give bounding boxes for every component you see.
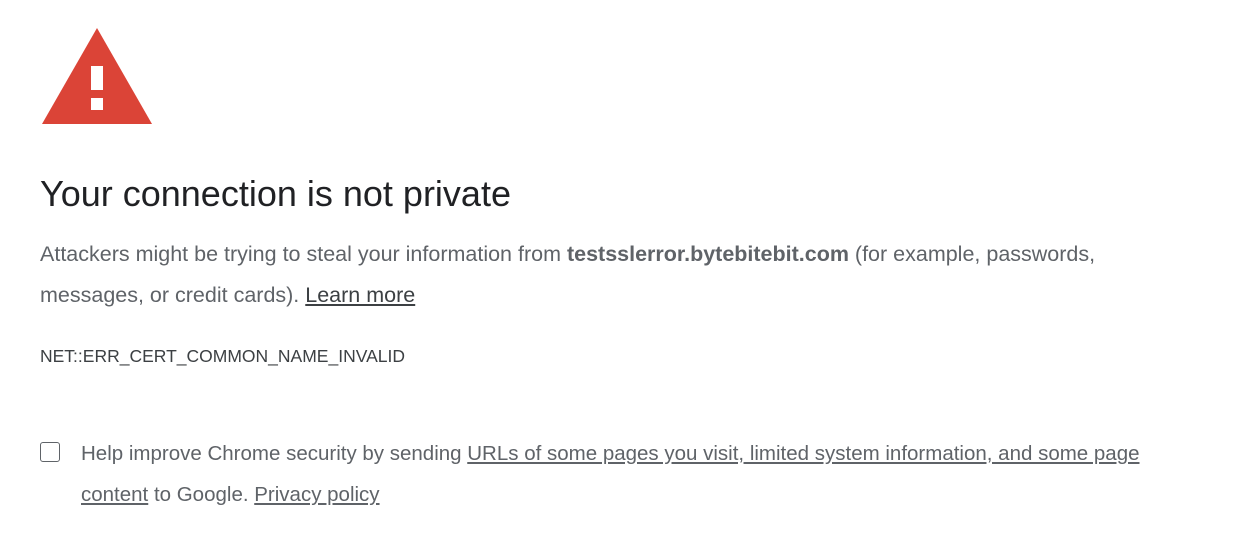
warning-triangle-icon bbox=[42, 28, 152, 124]
optin-text: Help improve Chrome security by sending bbox=[81, 442, 468, 465]
description-text: Attackers might be trying to steal your … bbox=[40, 242, 567, 266]
learn-more-link[interactable]: Learn more bbox=[305, 283, 415, 307]
security-optin-text: Help improve Chrome security by sending … bbox=[81, 433, 1211, 515]
privacy-policy-link[interactable]: Privacy policy bbox=[254, 483, 379, 506]
error-description: Attackers might be trying to steal your … bbox=[40, 234, 1160, 316]
page-title: Your connection is not private bbox=[40, 173, 511, 214]
improve-security-checkbox[interactable] bbox=[40, 442, 60, 462]
error-code: NET::ERR_CERT_COMMON_NAME_INVALID bbox=[40, 346, 405, 366]
host-name: testsslerror.bytebitebit.com bbox=[566, 242, 849, 266]
optin-text-2: to Google. bbox=[148, 483, 255, 506]
